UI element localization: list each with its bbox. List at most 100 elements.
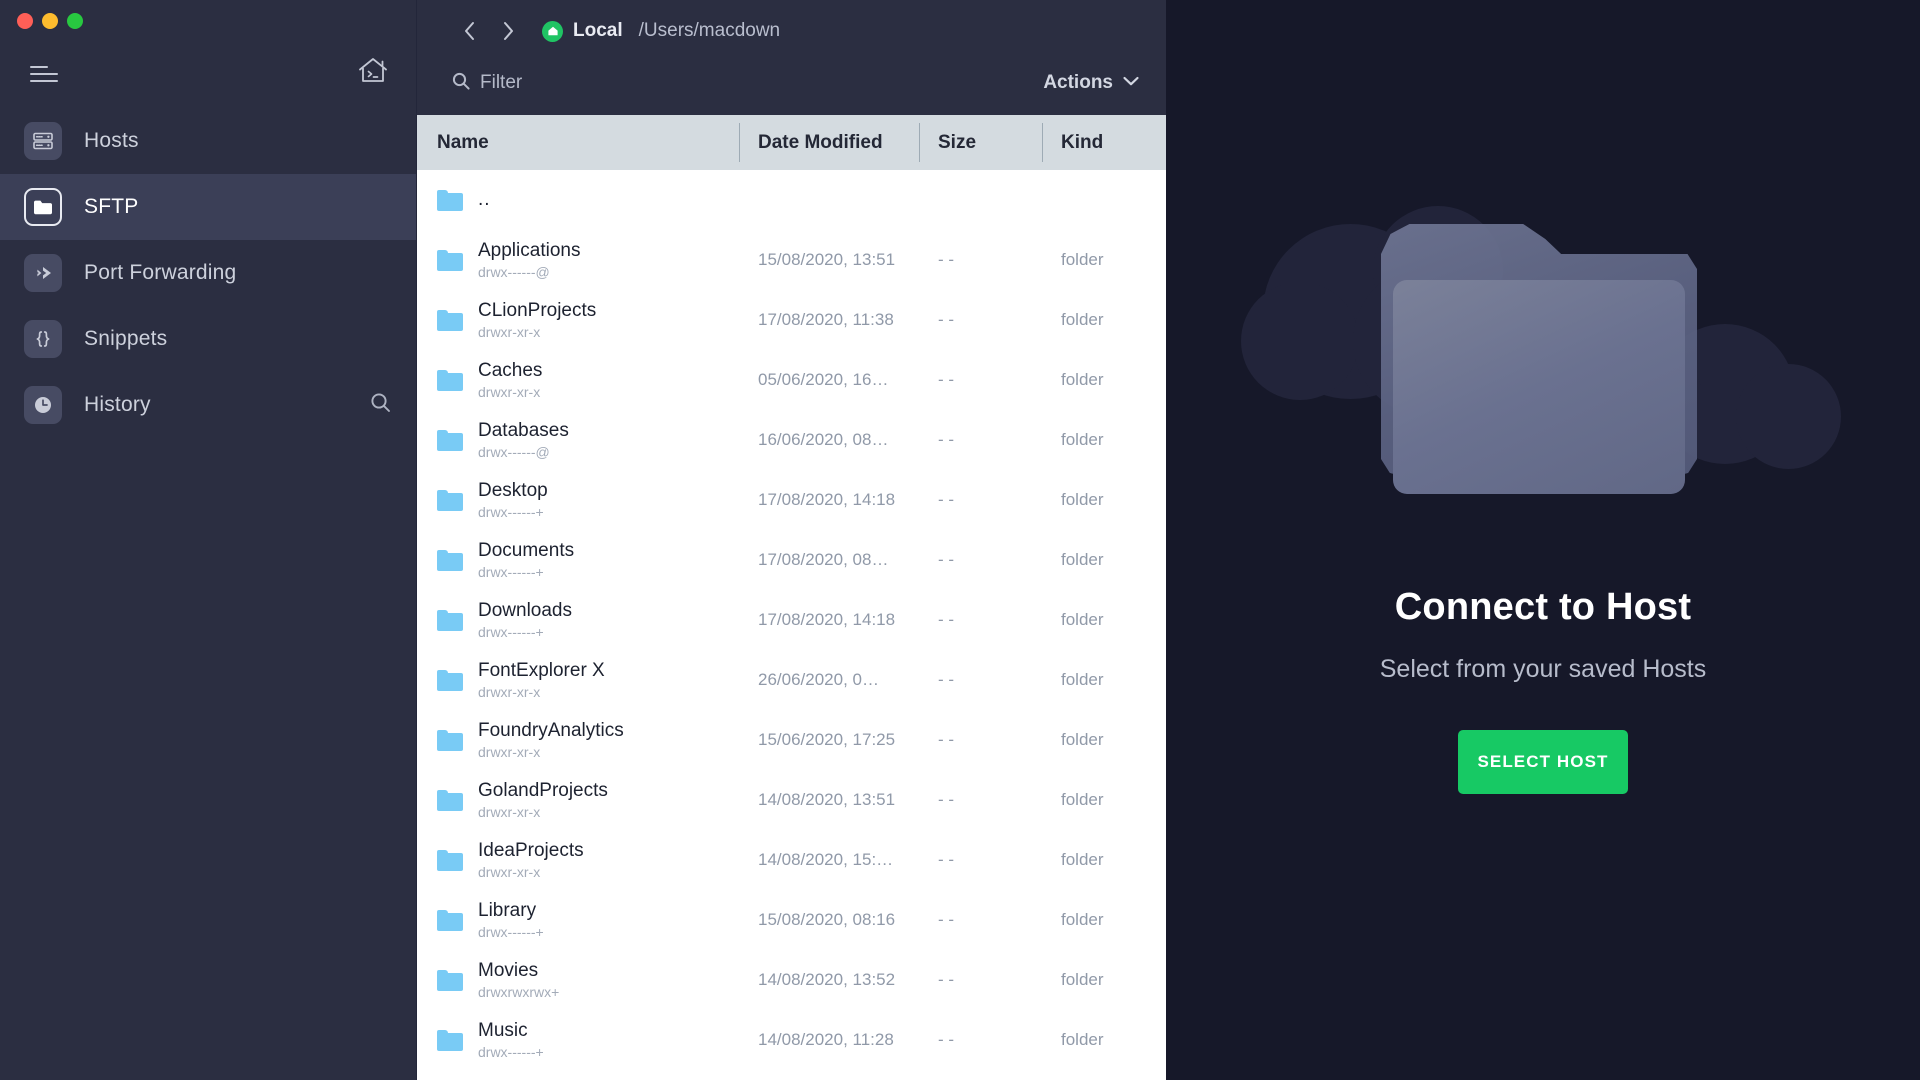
- sidebar-item-label: SFTP: [84, 195, 138, 219]
- folder-icon: [437, 1030, 463, 1051]
- sidebar: Hosts SFTP Port Forwarding: [0, 0, 416, 1080]
- file-name-stack: CLionProjectsdrwxr-xr-x: [478, 300, 596, 341]
- table-row[interactable]: GolandProjectsdrwxr-xr-x14/08/2020, 13:5…: [417, 770, 1166, 830]
- forward-button[interactable]: [489, 12, 527, 50]
- breadcrumb-path[interactable]: /Users/macdown: [639, 20, 781, 42]
- file-kind-cell: folder: [1042, 310, 1166, 330]
- sidebar-item-hosts[interactable]: Hosts: [0, 108, 416, 174]
- file-table-body: .. Applicationsdrwx------@ 15/08/2020, 13:…: [417, 170, 1166, 1080]
- table-row[interactable]: Moviesdrwxrwxrwx+14/08/2020, 13:52- -fol…: [417, 950, 1166, 1010]
- table-row[interactable]: Librarydrwx------+15/08/2020, 08:16- -fo…: [417, 890, 1166, 950]
- file-size-cell: - -: [919, 790, 1042, 810]
- file-kind-cell: folder: [1042, 610, 1166, 630]
- folder-icon: [437, 250, 463, 271]
- column-header-name[interactable]: Name: [417, 115, 739, 170]
- file-name-stack: Applicationsdrwx------@: [478, 240, 580, 281]
- file-permissions: drwx------+: [478, 1044, 544, 1060]
- file-date-cell: 17/08/2020, 08…: [739, 550, 919, 570]
- file-kind-cell: folder: [1042, 850, 1166, 870]
- file-name: Library: [478, 900, 544, 922]
- file-name-stack: Musicdrwx------+: [478, 1020, 544, 1061]
- window-minimize-button[interactable]: [42, 13, 58, 29]
- table-row[interactable]: IdeaProjectsdrwxr-xr-x14/08/2020, 15:…- …: [417, 830, 1166, 890]
- folder-icon: [24, 188, 62, 226]
- file-kind-cell: folder: [1042, 730, 1166, 750]
- file-name-cell: IdeaProjectsdrwxr-xr-x: [417, 840, 739, 881]
- folder-front-shape: [1393, 280, 1685, 494]
- page-subtitle: Select from your saved Hosts: [1380, 655, 1707, 684]
- history-search-button[interactable]: [369, 391, 392, 419]
- cloud-shape: [1241, 282, 1359, 400]
- file-name: FoundryAnalytics: [478, 720, 624, 742]
- file-name-cell: FoundryAnalyticsdrwxr-xr-x: [417, 720, 739, 761]
- folder-icon: [437, 310, 463, 331]
- file-permissions: drwxrwxrwx+: [478, 984, 559, 1000]
- table-row[interactable]: Databasesdrwx------@16/06/2020, 08…- -fo…: [417, 410, 1166, 470]
- file-name: Movies: [478, 960, 559, 982]
- file-date-cell: 15/08/2020, 13:51: [739, 250, 919, 270]
- file-name-stack: Movies drwxrwxrwx+: [478, 960, 559, 1001]
- file-date-cell: 14/08/2020, 15:…: [739, 850, 919, 870]
- table-row[interactable]: FoundryAnalyticsdrwxr-xr-x15/06/2020, 17…: [417, 710, 1166, 770]
- table-row[interactable]: Downloadsdrwx------+17/08/2020, 14:18- -…: [417, 590, 1166, 650]
- folder-icon: [437, 850, 463, 871]
- file-permissions: drwx------@: [478, 444, 569, 460]
- file-kind-cell: folder: [1042, 1030, 1166, 1050]
- file-kind-cell: folder: [1042, 970, 1166, 990]
- filter-placeholder: Filter: [480, 72, 522, 94]
- sidebar-item-history[interactable]: History: [0, 372, 416, 438]
- local-terminal-button[interactable]: [358, 57, 388, 89]
- folder-with-clouds-illustration: [1233, 196, 1853, 526]
- file-table-header: Name Date Modified Size Kind: [417, 115, 1166, 170]
- sidebar-item-sftp[interactable]: SFTP: [0, 174, 416, 240]
- file-panel-toolbar: Local /Users/macdown Filter Actions: [417, 0, 1166, 115]
- table-row[interactable]: Musicdrwx------+14/08/2020, 11:28- -fold…: [417, 1010, 1166, 1070]
- breadcrumb-host[interactable]: Local: [573, 20, 623, 42]
- hamburger-menu-button[interactable]: [30, 63, 58, 83]
- file-kind-cell: folder: [1042, 910, 1166, 930]
- table-row[interactable]: Applicationsdrwx------@ 15/08/2020, 13:51…: [417, 230, 1166, 290]
- file-size-cell: - -: [919, 370, 1042, 390]
- file-name-cell: ..: [417, 189, 739, 211]
- parent-directory-row[interactable]: ..: [417, 170, 1166, 230]
- table-row[interactable]: CLionProjectsdrwxr-xr-x17/08/2020, 11:38…: [417, 290, 1166, 350]
- folder-icon: [437, 670, 463, 691]
- folder-icon: [437, 550, 463, 571]
- parent-directory-label: ..: [478, 189, 491, 211]
- folder-icon: [437, 370, 463, 391]
- table-row[interactable]: Cachesdrwxr-xr-x05/06/2020, 16…- -folder: [417, 350, 1166, 410]
- page-title: Connect to Host: [1395, 586, 1691, 629]
- file-name-stack: Databasesdrwx------@: [478, 420, 569, 461]
- table-row[interactable]: Desktopdrwx------+17/08/2020, 14:18- -fo…: [417, 470, 1166, 530]
- file-date-cell: 14/08/2020, 11:28: [739, 1030, 919, 1050]
- file-date-cell: 17/08/2020, 14:18: [739, 490, 919, 510]
- actions-dropdown-button[interactable]: Actions: [1043, 72, 1140, 94]
- file-size-cell: - -: [919, 670, 1042, 690]
- file-permissions: drwxr-xr-x: [478, 684, 605, 700]
- file-permissions: drwxr-xr-x: [478, 324, 596, 340]
- file-permissions: drwx------+: [478, 564, 574, 580]
- file-name-cell: FontExplorer Xdrwxr-xr-x: [417, 660, 739, 701]
- column-header-size[interactable]: Size: [919, 115, 1042, 170]
- file-size-cell: - -: [919, 970, 1042, 990]
- folder-icon: [437, 970, 463, 991]
- file-name-stack: Cachesdrwxr-xr-x: [478, 360, 542, 401]
- chevron-down-icon: [1122, 74, 1140, 92]
- file-date-cell: 15/08/2020, 08:16: [739, 910, 919, 930]
- column-header-kind[interactable]: Kind: [1042, 115, 1166, 170]
- sidebar-item-snippets[interactable]: Snippets: [0, 306, 416, 372]
- table-row[interactable]: Documentsdrwx------+17/08/2020, 08…- -fo…: [417, 530, 1166, 590]
- file-size-cell: - -: [919, 730, 1042, 750]
- home-terminal-icon: [358, 57, 388, 89]
- column-header-date-modified[interactable]: Date Modified: [739, 115, 919, 170]
- file-permissions: drwx------@: [478, 264, 580, 280]
- folder-icon: [437, 430, 463, 451]
- table-row[interactable]: FontExplorer Xdrwxr-xr-x26/06/2020, 0…- …: [417, 650, 1166, 710]
- back-button[interactable]: [451, 12, 489, 50]
- window-close-button[interactable]: [17, 13, 33, 29]
- window-maximize-button[interactable]: [67, 13, 83, 29]
- file-kind-cell: folder: [1042, 790, 1166, 810]
- sidebar-item-port-forwarding[interactable]: Port Forwarding: [0, 240, 416, 306]
- select-host-button[interactable]: SELECT HOST: [1458, 730, 1628, 794]
- filter-input[interactable]: Filter: [451, 71, 522, 96]
